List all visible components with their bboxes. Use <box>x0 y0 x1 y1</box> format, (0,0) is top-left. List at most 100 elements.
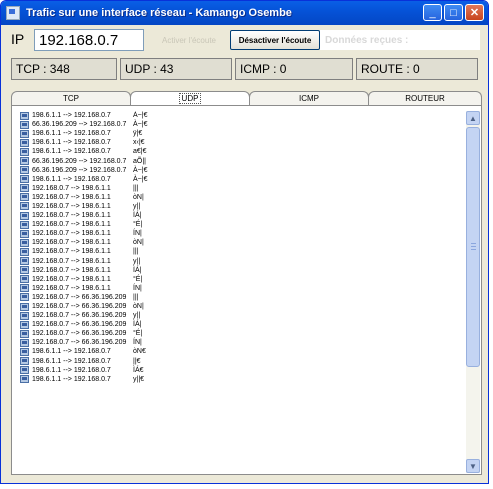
ip-input[interactable]: 192.168.0.7 <box>34 29 144 51</box>
packet-row[interactable]: 198.6.1.1 --> 192.168.0.7 y||€ <box>13 375 465 384</box>
packet-address: 192.168.0.7 --> 198.6.1.1 <box>32 275 111 283</box>
packet-row[interactable]: 192.168.0.7 --> 66.36.196.209 °É| <box>13 329 465 338</box>
activate-listening-button[interactable]: Activer l'écoute <box>149 30 229 50</box>
packet-address: 192.168.0.7 --> 198.6.1.1 <box>32 193 111 201</box>
tab-udp[interactable]: UDP <box>130 91 250 105</box>
packet-row[interactable]: 66.36.196.209 --> 192.168.0.7 À~|€ <box>13 166 465 175</box>
packet-icon <box>20 311 29 320</box>
packet-row[interactable]: 198.6.1.1 --> 192.168.0.7 a€|€ <box>13 147 465 156</box>
packet-data: ÌÁ| <box>133 212 142 220</box>
packet-list[interactable]: 198.6.1.1 --> 192.168.0.7 À~|€ 66.36.196.2… <box>13 111 465 473</box>
packet-data: òN| <box>133 303 144 311</box>
packet-row[interactable]: 192.168.0.7 --> 198.6.1.1 òN| <box>13 193 465 202</box>
packet-row[interactable]: 198.6.1.1 --> 192.168.0.7 ÿ|€ <box>13 129 465 138</box>
packet-row[interactable]: 192.168.0.7 --> 66.36.196.209 ÍN| <box>13 338 465 347</box>
scroll-thumb[interactable] <box>466 127 480 367</box>
tab-tcp-label: TCP <box>63 94 79 103</box>
packet-row[interactable]: 192.168.0.7 --> 66.36.196.209 y|| <box>13 311 465 320</box>
packet-row[interactable]: 192.168.0.7 --> 198.6.1.1 ÍN| <box>13 229 465 238</box>
close-button[interactable]: ✕ <box>465 4 484 21</box>
packet-data: ÍN| <box>133 339 142 347</box>
packet-icon <box>20 275 29 284</box>
packet-address: 192.168.0.7 --> 66.36.196.209 <box>32 330 127 338</box>
packet-row[interactable]: 192.168.0.7 --> 198.6.1.1 °É| <box>13 220 465 229</box>
packet-address: 192.168.0.7 --> 66.36.196.209 <box>32 321 127 329</box>
icmp-count: ICMP : 0 <box>235 58 353 80</box>
packet-address: 192.168.0.7 --> 66.36.196.209 <box>32 312 127 320</box>
maximize-button[interactable]: □ <box>444 4 463 21</box>
packet-address: 198.6.1.1 --> 192.168.0.7 <box>32 139 111 147</box>
packet-row[interactable]: 192.168.0.7 --> 66.36.196.209 ||| <box>13 293 465 302</box>
packet-icon <box>20 211 29 220</box>
packet-icon <box>20 266 29 275</box>
packet-row[interactable]: 198.6.1.1 --> 192.168.0.7 ÌÁ€ <box>13 366 465 375</box>
packet-icon <box>20 238 29 247</box>
packet-row[interactable]: 198.6.1.1 --> 192.168.0.7 À~|€ <box>13 175 465 184</box>
packet-row[interactable]: 192.168.0.7 --> 198.6.1.1 ÌÁ| <box>13 211 465 220</box>
packet-row[interactable]: 192.168.0.7 --> 198.6.1.1 ÍN| <box>13 284 465 293</box>
packet-data: ÌÁ| <box>133 266 142 274</box>
packet-icon <box>20 147 29 156</box>
vertical-scrollbar[interactable]: ▲ ▼ <box>466 111 480 473</box>
window-controls: _ □ ✕ <box>423 4 484 21</box>
scroll-down-icon[interactable]: ▼ <box>466 459 480 473</box>
packet-icon <box>20 293 29 302</box>
packet-address: 198.6.1.1 --> 192.168.0.7 <box>32 130 111 138</box>
received-data-label: Données reçues : <box>320 30 480 50</box>
packet-row[interactable]: 66.36.196.209 --> 192.168.0.7 aÕ|| <box>13 156 465 166</box>
packet-data: À~|€ <box>133 112 148 120</box>
packet-icon <box>20 111 29 120</box>
packet-data: òN€ <box>133 348 146 356</box>
scroll-up-icon[interactable]: ▲ <box>466 111 480 125</box>
packet-data: °É| <box>133 275 143 283</box>
window-title: Trafic sur une interface réseau - Kamang… <box>26 7 292 19</box>
packet-address: 192.168.0.7 --> 198.6.1.1 <box>32 239 111 247</box>
packet-data: ||| <box>133 293 139 301</box>
packet-address: 192.168.0.7 --> 198.6.1.1 <box>32 266 111 274</box>
route-count: ROUTE : 0 <box>356 58 478 80</box>
packet-row[interactable]: 192.168.0.7 --> 66.36.196.209 òN| <box>13 302 465 311</box>
packet-row[interactable]: 198.6.1.1 --> 192.168.0.7 À~|€ <box>13 111 465 120</box>
minimize-button[interactable]: _ <box>423 4 442 21</box>
tab-tcp[interactable]: TCP <box>11 91 131 105</box>
packet-icon <box>20 375 29 384</box>
app-window: Trafic sur une interface réseau - Kamang… <box>0 0 489 484</box>
packet-icon <box>20 120 29 129</box>
packet-row[interactable]: 192.168.0.7 --> 198.6.1.1 ||| <box>13 184 465 193</box>
packet-data: òN| <box>133 239 144 247</box>
packet-row[interactable]: 198.6.1.1 --> 192.168.0.7 ||€ <box>13 357 465 366</box>
packet-address: 198.6.1.1 --> 192.168.0.7 <box>32 175 111 183</box>
packet-row[interactable]: 198.6.1.1 --> 192.168.0.7 òN€ <box>13 347 465 356</box>
packet-row[interactable]: 192.168.0.7 --> 198.6.1.1 ||| <box>13 247 465 256</box>
packet-row[interactable]: 192.168.0.7 --> 66.36.196.209 ÌÁ| <box>13 320 465 329</box>
packet-address: 192.168.0.7 --> 198.6.1.1 <box>32 230 111 238</box>
tab-router-label: ROUTEUR <box>405 94 445 103</box>
thumb-grip <box>471 246 476 247</box>
packet-row[interactable]: 198.6.1.1 --> 192.168.0.7 x‹|€ <box>13 138 465 147</box>
packet-icon <box>20 229 29 238</box>
packet-data: °É| <box>133 330 143 338</box>
packet-row[interactable]: 66.36.196.209 --> 192.168.0.7 À~|€ <box>13 120 465 129</box>
tab-router[interactable]: ROUTEUR <box>368 91 482 105</box>
deactivate-listening-button[interactable]: Désactiver l'écoute <box>230 30 320 50</box>
packet-data: y|| <box>133 312 141 320</box>
packet-row[interactable]: 192.168.0.7 --> 198.6.1.1 y|| <box>13 257 465 266</box>
packet-data: y||€ <box>133 375 145 383</box>
packet-row[interactable]: 192.168.0.7 --> 198.6.1.1 ÌÁ| <box>13 266 465 275</box>
tab-icmp[interactable]: ICMP <box>249 91 369 105</box>
title-bar[interactable]: Trafic sur une interface réseau - Kamang… <box>1 1 488 25</box>
packet-row[interactable]: 192.168.0.7 --> 198.6.1.1 òN| <box>13 238 465 247</box>
packet-icon <box>20 129 29 138</box>
packet-address: 66.36.196.209 --> 192.168.0.7 <box>32 121 127 129</box>
packet-data: y|| <box>133 257 141 265</box>
app-icon <box>6 6 20 20</box>
packet-row[interactable]: 192.168.0.7 --> 198.6.1.1 y|| <box>13 202 465 211</box>
packet-icon <box>20 138 29 147</box>
packet-icon <box>20 320 29 329</box>
packet-row[interactable]: 192.168.0.7 --> 198.6.1.1 °É| <box>13 275 465 284</box>
thumb-grip <box>471 243 476 244</box>
packet-address: 192.168.0.7 --> 198.6.1.1 <box>32 257 111 265</box>
packet-address: 192.168.0.7 --> 66.36.196.209 <box>32 303 127 311</box>
packet-data: ÍN| <box>133 230 142 238</box>
packet-address: 192.168.0.7 --> 198.6.1.1 <box>32 248 111 256</box>
